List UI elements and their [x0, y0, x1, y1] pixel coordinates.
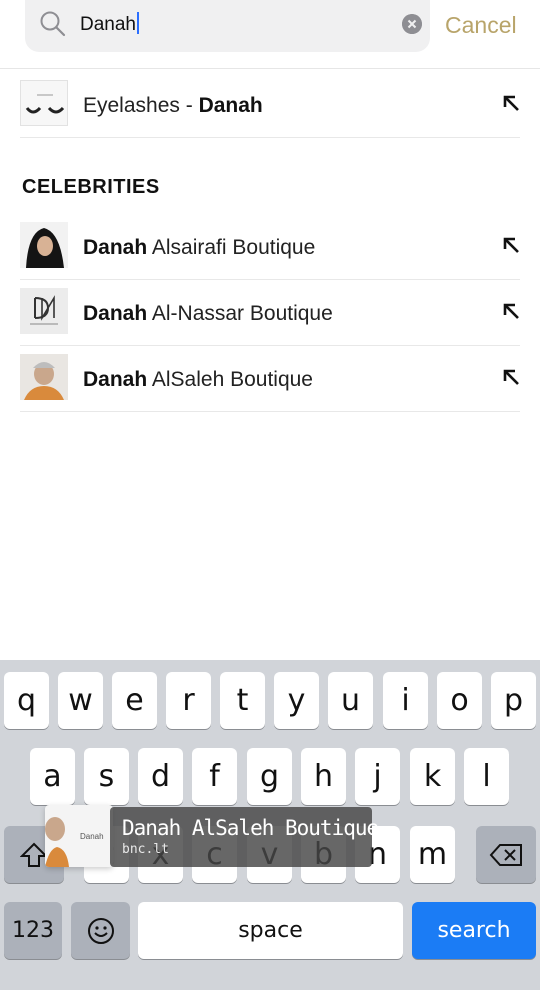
space-key[interactable]: space: [138, 902, 403, 959]
fill-query-arrow-icon[interactable]: [502, 94, 520, 112]
clear-icon[interactable]: [402, 14, 422, 34]
key-i[interactable]: i: [383, 672, 428, 729]
fill-query-arrow-icon[interactable]: [502, 302, 520, 320]
key-e[interactable]: e: [112, 672, 157, 729]
list-item[interactable]: Danah Al-Nassar Boutique: [20, 280, 520, 346]
key-k[interactable]: k: [410, 748, 455, 805]
key-s[interactable]: s: [84, 748, 129, 805]
drag-preview-url: bnc.lt: [122, 842, 169, 857]
key-w[interactable]: w: [58, 672, 103, 729]
key-m[interactable]: m: [410, 826, 455, 883]
drag-preview: Danah Danah AlSaleh Boutique bnc.lt: [45, 805, 379, 867]
shift-icon: [20, 842, 48, 867]
key-y[interactable]: y: [274, 672, 319, 729]
header-divider: [0, 68, 540, 69]
drag-preview-card: Danah AlSaleh Boutique bnc.lt: [110, 807, 379, 867]
search-key[interactable]: search: [412, 902, 536, 959]
section-title: CELEBRITIES: [22, 176, 160, 198]
key-a[interactable]: a: [30, 748, 75, 805]
key-p[interactable]: p: [491, 672, 536, 729]
fill-query-arrow-icon[interactable]: [502, 236, 520, 254]
key-g[interactable]: g: [247, 748, 292, 805]
list-item-label: Danah Al-Nassar Boutique: [83, 302, 333, 325]
emoji-icon: [87, 917, 114, 944]
emoji-key[interactable]: [71, 902, 130, 959]
list-item[interactable]: Danah AlSaleh Boutique: [20, 346, 520, 412]
text-caret: [137, 12, 139, 35]
drag-preview-title: Danah AlSaleh Boutique: [122, 816, 379, 840]
search-bar[interactable]: Danah: [25, 0, 430, 52]
key-d[interactable]: d: [138, 748, 183, 805]
backspace-key[interactable]: [476, 826, 536, 883]
list-item-label: Danah AlSaleh Boutique: [83, 368, 313, 391]
numbers-key[interactable]: 123: [4, 902, 62, 959]
logo-thumbnail: [20, 288, 68, 334]
search-icon: [40, 11, 66, 37]
suggestion-row[interactable]: Eyelashes - Danah: [20, 72, 520, 138]
eyelashes-thumbnail: [20, 80, 68, 126]
suggestion-label: Eyelashes - Danah: [83, 94, 263, 117]
key-o[interactable]: o: [437, 672, 482, 729]
list-item-label: Danah Alsairafi Boutique: [83, 236, 316, 259]
list-item[interactable]: Danah Alsairafi Boutique: [20, 214, 520, 280]
key-f[interactable]: f: [192, 748, 237, 805]
key-t[interactable]: t: [220, 672, 265, 729]
key-q[interactable]: q: [4, 672, 49, 729]
key-r[interactable]: r: [166, 672, 211, 729]
cancel-button[interactable]: Cancel: [445, 11, 517, 39]
key-u[interactable]: u: [328, 672, 373, 729]
avatar: [20, 354, 68, 400]
fill-query-arrow-icon[interactable]: [502, 368, 520, 386]
drag-thumb-label: Danah: [80, 832, 104, 841]
avatar: [20, 222, 68, 268]
search-input[interactable]: Danah: [80, 12, 139, 37]
drag-preview-thumbnail: Danah: [45, 805, 113, 867]
backspace-icon: [489, 843, 522, 866]
key-l[interactable]: l: [464, 748, 509, 805]
key-j[interactable]: j: [355, 748, 400, 805]
key-h[interactable]: h: [301, 748, 346, 805]
